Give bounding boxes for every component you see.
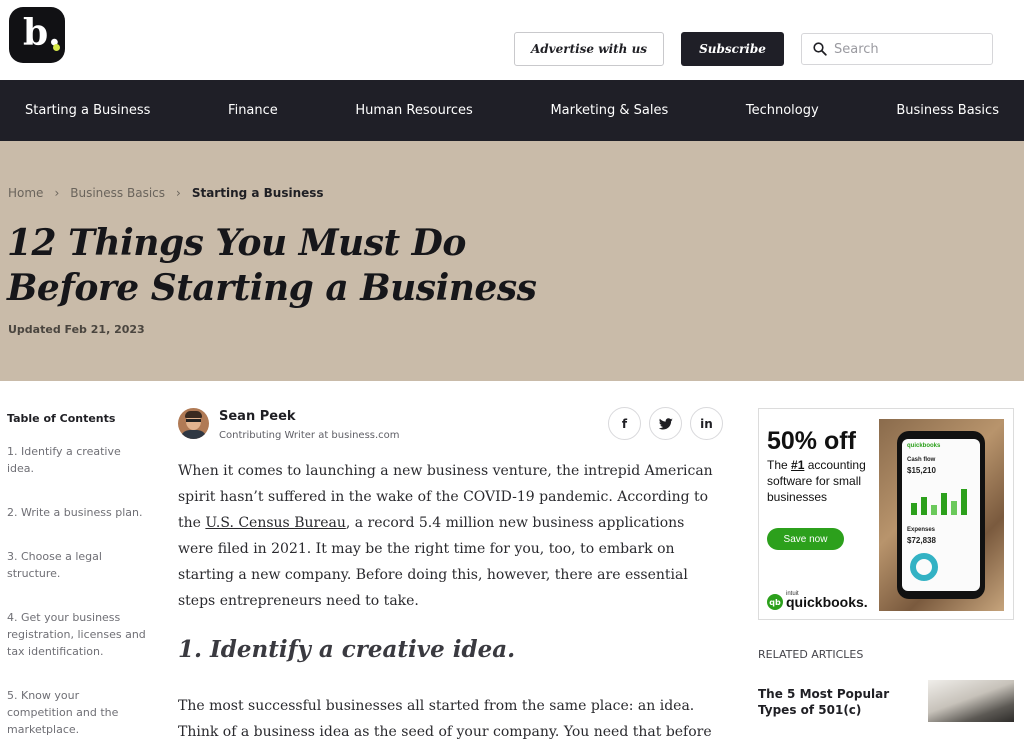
share-facebook-button[interactable]: f bbox=[608, 407, 641, 440]
toc-item[interactable]: 5. Know your competition and the marketp… bbox=[7, 687, 147, 738]
nav-item-human-resources[interactable]: Human Resources bbox=[355, 103, 472, 118]
breadcrumb-business-basics[interactable]: Business Basics bbox=[70, 186, 165, 200]
nav-item-starting-a-business[interactable]: Starting a Business bbox=[25, 103, 150, 118]
related-article-thumbnail[interactable] bbox=[928, 680, 1014, 722]
advertise-button[interactable]: Advertise with us bbox=[514, 32, 664, 66]
quickbooks-icon: qb bbox=[767, 594, 783, 610]
phone-cashflow-value: $15,210 bbox=[907, 466, 936, 475]
toc-item[interactable]: 1. Identify a creative idea. bbox=[7, 443, 147, 477]
logo-dot-icon bbox=[53, 44, 60, 51]
breadcrumb-home[interactable]: Home bbox=[8, 186, 43, 200]
page-title: 12 Things You Must Do Before Starting a … bbox=[7, 221, 627, 311]
phone-cashflow-label: Cash flow bbox=[907, 457, 936, 463]
quickbooks-ad[interactable]: 50% off The #1 accounting software for s… bbox=[758, 408, 1014, 620]
ad-brand-small: intuit bbox=[786, 591, 799, 597]
related-article[interactable]: The 5 Most Popular Types of 501(c) bbox=[758, 680, 1014, 726]
related-article-title[interactable]: The 5 Most Popular Types of 501(c) bbox=[758, 686, 918, 718]
phone-app-name: quickbooks bbox=[907, 443, 941, 449]
ad-save-now-button[interactable]: Save now bbox=[767, 528, 844, 550]
updated-date: Updated Feb 21, 2023 bbox=[8, 323, 145, 336]
nav-item-technology[interactable]: Technology bbox=[746, 103, 819, 118]
share-linkedin-button[interactable]: in bbox=[690, 407, 723, 440]
ad-sub-prefix: The bbox=[767, 458, 792, 472]
linkedin-icon: in bbox=[700, 416, 713, 431]
article-hero: Home › Business Basics › Starting a Busi… bbox=[0, 141, 1024, 381]
phone-expenses-value: $72,838 bbox=[907, 536, 936, 545]
page-title-line1: 12 Things You Must Do bbox=[7, 222, 466, 264]
toc-item[interactable]: 4. Get your business registration, licen… bbox=[7, 609, 147, 660]
nav-item-business-basics[interactable]: Business Basics bbox=[896, 103, 999, 118]
table-of-contents: Table of Contents 1. Identify a creative… bbox=[7, 412, 147, 740]
nav-item-finance[interactable]: Finance bbox=[228, 103, 278, 118]
related-articles-heading: RELATED ARTICLES bbox=[758, 648, 864, 661]
nav-item-marketing-sales[interactable]: Marketing & Sales bbox=[550, 103, 668, 118]
phone-illustration: quickbooks Cash flow $15,210 Expenses $7… bbox=[897, 431, 985, 599]
ad-subtext: The #1 accounting software for small bus… bbox=[767, 457, 887, 505]
author-name[interactable]: Sean Peek bbox=[219, 409, 296, 424]
census-bureau-link[interactable]: U.S. Census Bureau bbox=[205, 515, 345, 531]
ad-headline: 50% off bbox=[767, 427, 856, 455]
chevron-right-icon: › bbox=[176, 186, 181, 200]
share-twitter-button[interactable] bbox=[649, 407, 682, 440]
main-nav: Starting a Business Finance Human Resour… bbox=[0, 80, 1024, 141]
ad-phone-image: quickbooks Cash flow $15,210 Expenses $7… bbox=[879, 419, 1004, 611]
breadcrumb-current[interactable]: Starting a Business bbox=[192, 186, 324, 200]
site-header: b. Advertise with us Subscribe bbox=[0, 0, 1024, 80]
phone-bar-chart bbox=[907, 485, 975, 515]
chevron-right-icon: › bbox=[54, 186, 60, 200]
breadcrumb: Home › Business Basics › Starting a Busi… bbox=[8, 186, 324, 200]
site-logo[interactable]: b. bbox=[9, 7, 65, 63]
toc-item[interactable]: 2. Write a business plan. bbox=[7, 504, 147, 521]
phone-donut-chart bbox=[910, 553, 938, 581]
quickbooks-logo: qb intuit quickbooks. bbox=[767, 591, 868, 610]
subscribe-button[interactable]: Subscribe bbox=[681, 32, 784, 66]
author-byline: Sean Peek Contributing Writer at busines… bbox=[178, 407, 724, 447]
avatar[interactable] bbox=[178, 408, 209, 439]
toc-item[interactable]: 3. Choose a legal structure. bbox=[7, 548, 147, 582]
page-title-line2: Before Starting a Business bbox=[7, 267, 537, 309]
article-intro: When it comes to launching a new busines… bbox=[178, 458, 724, 614]
search-icon[interactable] bbox=[813, 42, 827, 56]
toc-title: Table of Contents bbox=[7, 412, 116, 425]
search-input[interactable] bbox=[834, 38, 984, 60]
twitter-icon bbox=[658, 417, 673, 429]
facebook-icon: f bbox=[621, 416, 628, 431]
author-role: Contributing Writer at business.com bbox=[219, 430, 400, 441]
search-box[interactable] bbox=[801, 33, 993, 65]
section-paragraph: The most successful businesses all start… bbox=[178, 698, 712, 740]
ad-sub-highlight: #1 bbox=[791, 458, 805, 472]
phone-expenses-label: Expenses bbox=[907, 527, 936, 533]
section-heading: 1. Identify a creative idea. bbox=[178, 636, 516, 663]
